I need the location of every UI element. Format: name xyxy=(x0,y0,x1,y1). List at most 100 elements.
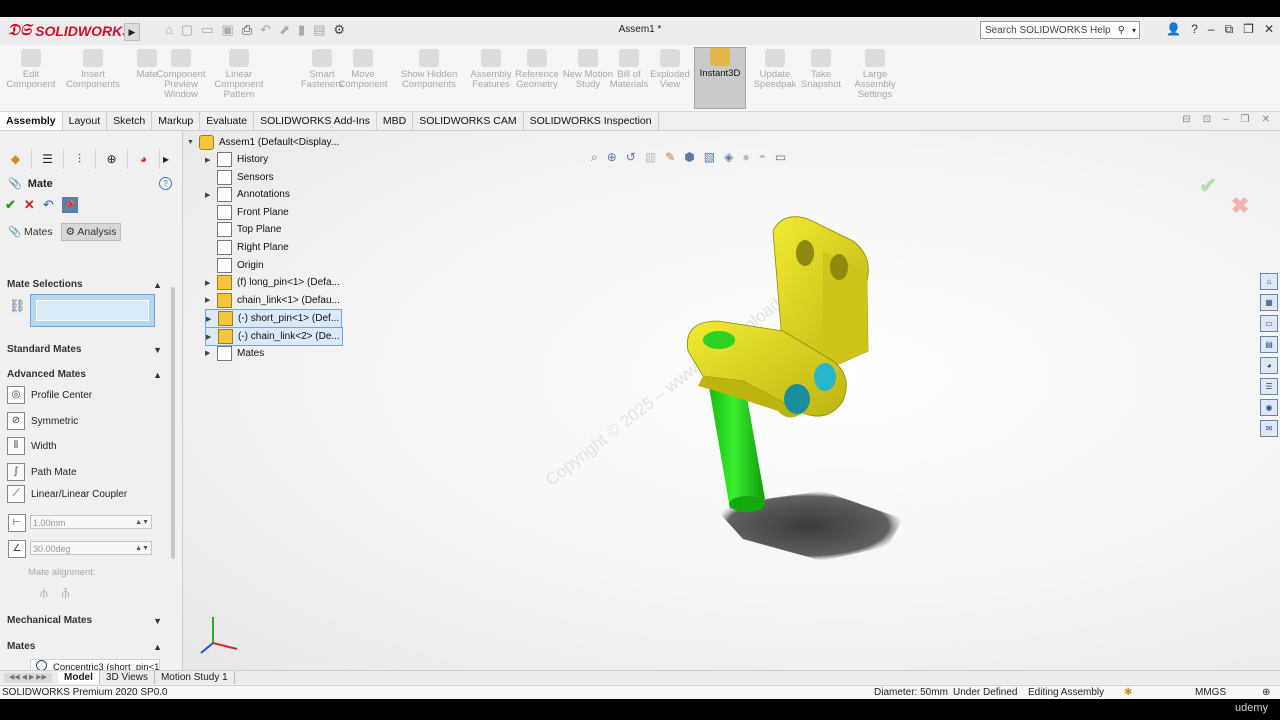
command-show-hidden-components[interactable]: Show Hidden Components xyxy=(398,49,460,90)
cancel-x-icon[interactable]: ✕ xyxy=(24,197,35,213)
short-pin[interactable] xyxy=(814,363,836,391)
command-instant3d[interactable]: Instant3D xyxy=(694,47,746,109)
mate-alignment-label: Mate alignment: xyxy=(28,567,96,578)
command-linear-component-pattern[interactable]: Linear Component Pattern xyxy=(208,49,270,100)
command-large-assembly-settings[interactable]: Large Assembly Settings xyxy=(844,49,906,100)
tab-mates[interactable]: 📎 Mates xyxy=(4,223,57,241)
tab-mbd[interactable]: MBD xyxy=(377,112,414,130)
view-palette-icon[interactable]: ▤ xyxy=(1260,336,1278,353)
minimize-icon[interactable]: – xyxy=(1208,22,1215,37)
unit-system[interactable]: MMGS xyxy=(1195,686,1226,699)
dimxpert-tab-icon[interactable]: ⊕ xyxy=(96,149,128,169)
width-mate[interactable]: ⫴ Width xyxy=(7,437,57,455)
command-exploded-view[interactable]: Exploded View xyxy=(645,49,695,90)
restore-icon[interactable]: ❐ xyxy=(1243,22,1254,37)
tab-evaluate[interactable]: Evaluate xyxy=(200,112,255,130)
home-icon[interactable]: ⌂ xyxy=(1260,273,1278,290)
section-mate-selections[interactable]: Mate Selections ▲ xyxy=(4,277,166,293)
solidworks-window: 𝔇𝔖 SOLIDWORKS ▶ ⌂ ▢ ▭ ▣ ⎙ ↶ ⬈ ▮ ▤ ⚙ Asse… xyxy=(0,17,1280,699)
distance-spinner[interactable]: 1.00mm ▲▼ xyxy=(30,515,152,529)
tab-solidworks-cam[interactable]: SOLIDWORKS CAM xyxy=(413,112,524,130)
tab-assembly[interactable]: Assembly xyxy=(0,112,63,130)
model-tab-motion-study-1[interactable]: Motion Study 1 xyxy=(155,671,235,684)
section-mechanical-mates[interactable]: Mechanical Mates ▼ xyxy=(4,613,166,629)
appearances-icon[interactable]: ◕ xyxy=(1260,357,1278,374)
undo-icon[interactable]: ↶ xyxy=(43,197,54,213)
pin-icon[interactable]: 📌 xyxy=(61,197,78,213)
command-move-component[interactable]: Move Component xyxy=(338,49,388,90)
angle-spinner[interactable]: 30.00deg ▲▼ xyxy=(30,541,152,555)
tab-scroll-arrows-icon[interactable]: ◀◀ ◀ ▶ ▶▶ xyxy=(4,673,52,683)
help-icon[interactable]: ? xyxy=(159,177,172,190)
spinner-arrows-icon[interactable]: ▲▼ xyxy=(135,542,149,556)
mate-icon: 📎 xyxy=(8,178,22,190)
close-icon[interactable]: ✕ xyxy=(1264,22,1274,37)
forum-icon[interactable]: ✉ xyxy=(1260,420,1278,437)
mate-selections-box[interactable] xyxy=(30,294,155,327)
command-edit-component[interactable]: Edit Component xyxy=(6,49,56,90)
instant3d-icon xyxy=(710,48,730,66)
design-library-icon[interactable]: ▦ xyxy=(1260,294,1278,311)
tab-layout[interactable]: Layout xyxy=(63,112,108,130)
ok-check-icon[interactable]: ✔ xyxy=(5,197,16,213)
custom-properties-icon[interactable]: ☰ xyxy=(1260,378,1278,395)
tab-sketch[interactable]: Sketch xyxy=(107,112,153,130)
tile-right-icon[interactable]: ⊡ xyxy=(1203,114,1211,125)
section-advanced-mates[interactable]: Advanced Mates ▲ xyxy=(4,367,166,383)
tile-icon[interactable]: ⧉ xyxy=(1225,22,1234,37)
command-take-snapshot[interactable]: Take Snapshot xyxy=(796,49,846,90)
panel-scrollbar[interactable] xyxy=(171,287,175,559)
doc-minimize-icon[interactable]: – xyxy=(1223,114,1229,125)
chevron-down-icon[interactable]: ▼ xyxy=(153,342,162,358)
command-component-preview-window[interactable]: Component Preview Window xyxy=(150,49,212,100)
property-manager-tab-icon[interactable]: ☰ xyxy=(32,149,64,169)
file-explorer-icon[interactable]: ▭ xyxy=(1260,315,1278,332)
chevron-up-icon[interactable]: ▲ xyxy=(153,367,162,383)
search-icon[interactable]: ⚲ xyxy=(1118,22,1125,40)
tab-markup[interactable]: Markup xyxy=(152,112,201,130)
chevron-down-icon[interactable]: ▾ xyxy=(1132,22,1136,40)
command-insert-components[interactable]: Insert Components xyxy=(62,49,124,90)
section-standard-mates[interactable]: Standard Mates ▼ xyxy=(4,342,166,358)
more-tabs-icon[interactable]: ▸ xyxy=(160,149,172,169)
anti-aligned-icon[interactable]: ⫚ xyxy=(62,585,70,601)
resources-icon[interactable]: ◉ xyxy=(1260,399,1278,416)
doc-restore-icon[interactable]: ❐ xyxy=(1241,114,1250,125)
doc-close-icon[interactable]: ✕ xyxy=(1262,114,1270,125)
display-manager-tab-icon[interactable]: ◕ xyxy=(128,149,160,169)
help-search-input[interactable]: Search SOLIDWORKS Help ⚲ ▾ xyxy=(980,21,1140,39)
exploded-view-icon xyxy=(660,49,680,67)
path-mate[interactable]: ∫ Path Mate xyxy=(7,463,77,481)
chevron-up-icon[interactable]: ▲ xyxy=(153,277,162,293)
tab-solidworks-inspection[interactable]: SOLIDWORKS Inspection xyxy=(524,112,659,130)
spinner-arrows-icon[interactable]: ▲▼ xyxy=(135,516,149,530)
command-manager-tabs: Assembly Layout Sketch Markup Evaluate SOLIDW… xyxy=(0,112,1280,131)
triad-z-axis xyxy=(200,642,214,654)
configuration-tab-icon[interactable]: ⫶ xyxy=(64,149,96,169)
graphics-area[interactable]: Copyright © 2025 – www.p30download.com ▼… xyxy=(183,131,1280,676)
tab-analysis[interactable]: ⚙ Analysis xyxy=(60,223,122,241)
chevron-down-icon[interactable]: ▼ xyxy=(153,613,162,629)
chevron-up-icon[interactable]: ▲ xyxy=(153,639,162,655)
model-tab-model[interactable]: Model xyxy=(58,671,100,684)
help-icon[interactable]: ? xyxy=(1191,22,1198,37)
linear-coupler-mate[interactable]: ⟋ Linear/Linear Coupler xyxy=(7,485,127,503)
assembly-model[interactable] xyxy=(183,131,1280,676)
section-mates[interactable]: Mates ▲ xyxy=(4,639,166,655)
command-label: Large Assembly Settings xyxy=(854,69,896,100)
user-icon[interactable]: 👤 xyxy=(1166,22,1181,37)
status-expand-icon[interactable]: ⊕ xyxy=(1262,686,1270,699)
tile-left-icon[interactable]: ⊟ xyxy=(1182,114,1190,125)
edit-component-icon xyxy=(21,49,41,67)
command-label: Component Preview Window xyxy=(156,69,206,100)
tab-solidworks-add-ins[interactable]: SOLIDWORKS Add-Ins xyxy=(254,112,377,130)
model-tab-3d-views[interactable]: 3D Views xyxy=(100,671,155,684)
rebuild-indicator-icon[interactable]: ✱ xyxy=(1124,686,1132,699)
smart-fasteners-icon xyxy=(312,49,332,67)
feature-tree-tab-icon[interactable]: ◆ xyxy=(0,149,32,169)
profile-center-mate[interactable]: ◎ Profile Center xyxy=(7,386,92,404)
aligned-icon[interactable]: ⫛ xyxy=(40,585,48,601)
symmetric-mate[interactable]: ⊘ Symmetric xyxy=(7,412,78,430)
command-label: Linear Component Pattern xyxy=(214,69,264,100)
long-pin-bottom xyxy=(729,496,765,512)
